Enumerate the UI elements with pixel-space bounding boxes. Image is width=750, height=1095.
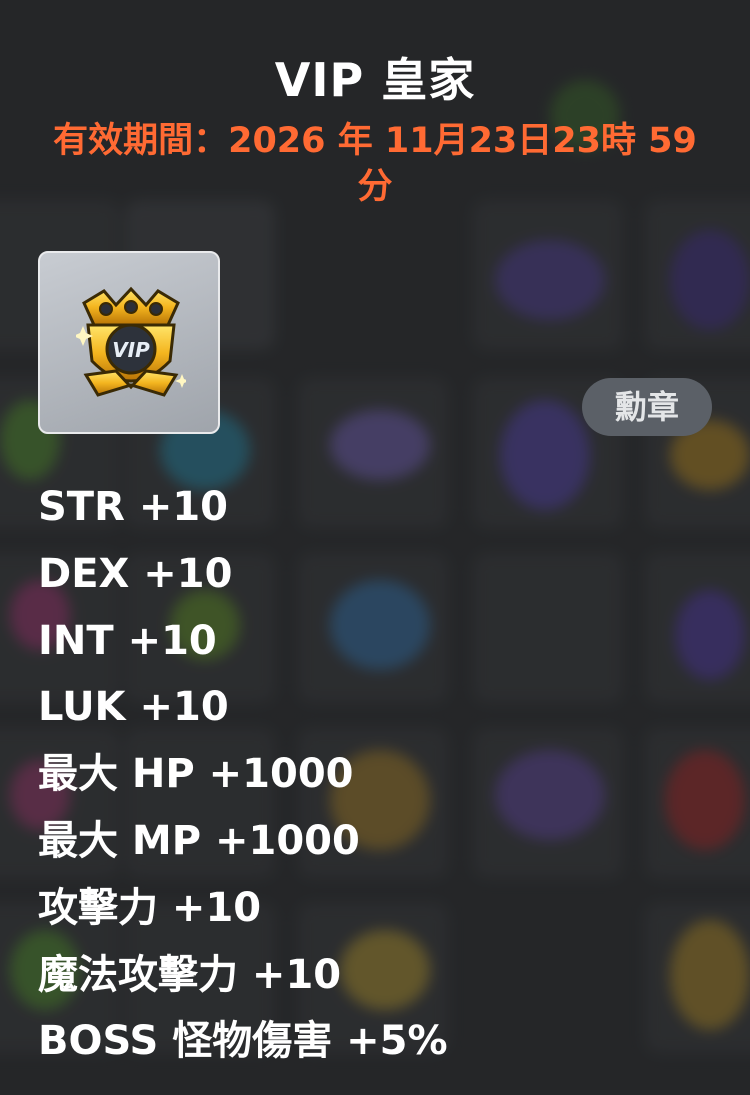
stat-max-hp: 最大 HP +1000 xyxy=(38,751,354,798)
tooltip-content: VIP 皇家 有效期間：2026 年 11月23日23時 59 分 VIP 勳章… xyxy=(0,0,750,1095)
stat-luk: LUK +10 xyxy=(38,684,229,731)
item-icon-frame: VIP xyxy=(38,251,220,434)
category-tag: 勳章 xyxy=(582,378,712,436)
stat-boss-damage: BOSS 怪物傷害 +5% xyxy=(38,1018,448,1065)
stat-int: INT +10 xyxy=(38,617,217,664)
stat-list: STR +10 DEX +10 INT +10 LUK +10 最大 HP +1… xyxy=(38,480,448,1081)
expiry-date: 有效期間：2026 年 11月23日23時 59 分 xyxy=(53,121,697,207)
vip-medal-icon: VIP xyxy=(76,286,186,397)
stat-magic-attack: 魔法攻擊力 +10 xyxy=(38,951,342,998)
item-title: VIP 皇家 xyxy=(274,53,476,107)
stat-max-mp: 最大 MP +1000 xyxy=(38,817,360,864)
stat-attack: 攻擊力 +10 xyxy=(38,884,262,931)
stat-str: STR +10 xyxy=(38,484,228,530)
item-tooltip-panel: VIP 皇家 有效期間：2026 年 11月23日23時 59 分 VIP 勳章… xyxy=(0,0,750,1095)
svg-text:VIP: VIP xyxy=(112,338,150,362)
stat-dex: DEX +10 xyxy=(38,550,233,597)
